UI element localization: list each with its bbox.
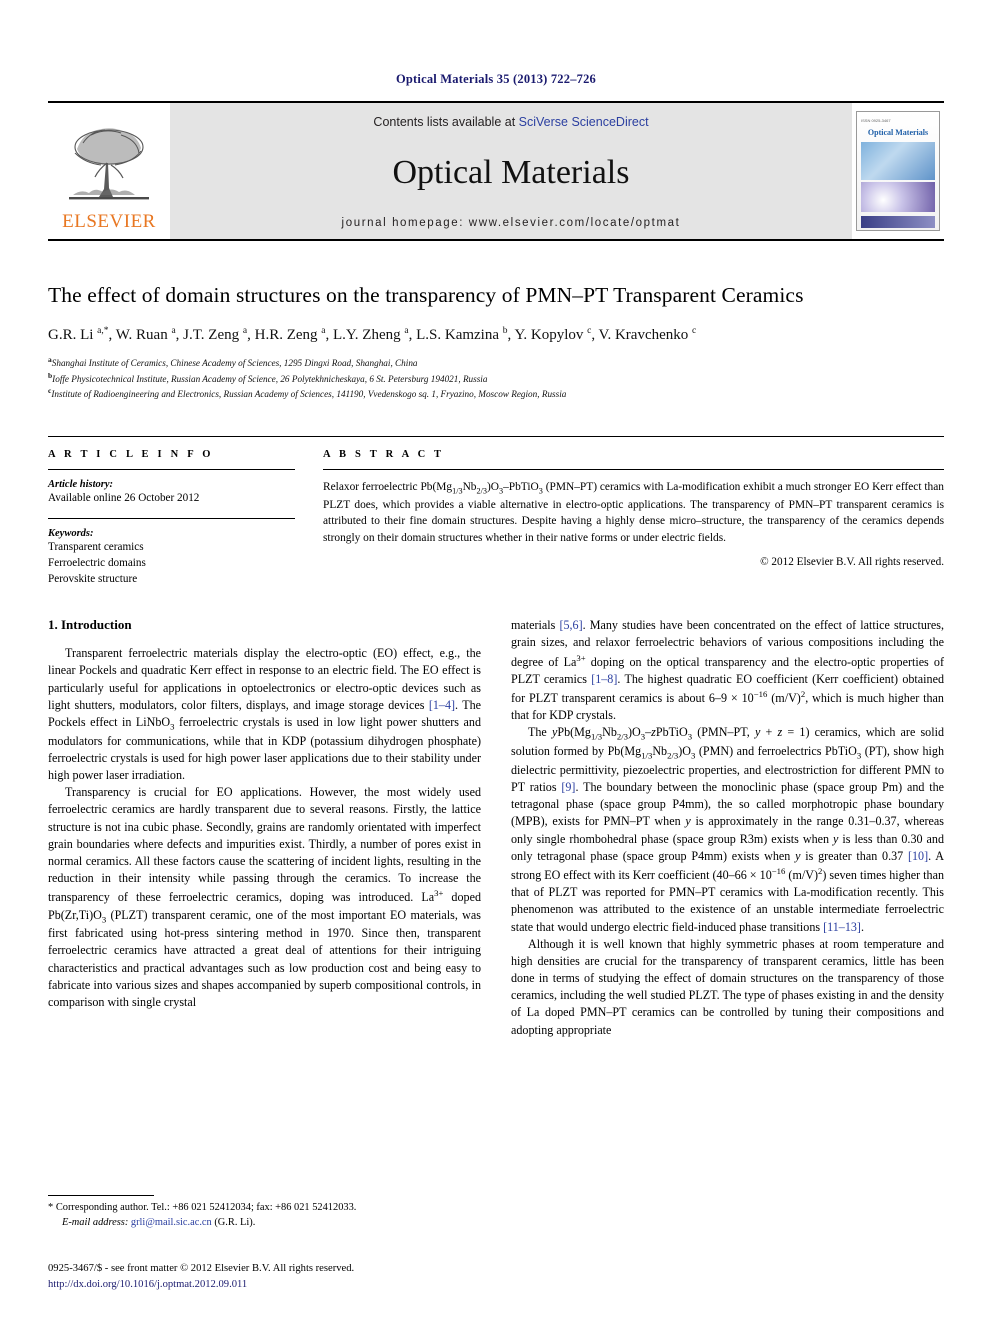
- divider: [48, 468, 295, 470]
- cover-title: Optical Materials: [867, 128, 929, 137]
- affiliation-text: Ioffe Physicotechnical Institute, Russia…: [52, 373, 488, 384]
- affiliation-text: Institute of Radioengineering and Electr…: [51, 389, 567, 400]
- paper-title: The effect of domain structures on the t…: [48, 283, 804, 307]
- affiliation-item: bIoffe Physicotechnical Institute, Russi…: [48, 371, 944, 386]
- info-abstract-region: A R T I C L E I N F O Article history: A…: [48, 435, 944, 588]
- divider: [48, 518, 295, 520]
- issn-copyright-line: 0925-3467/$ - see front matter © 2012 El…: [48, 1263, 355, 1275]
- journal-cover-thumbnail: ISSN 0925-3467 Optical Materials: [852, 103, 944, 239]
- abstract-column: A B S T R A C T Relaxor ferroelectric Pb…: [323, 449, 944, 588]
- cover-image: ISSN 0925-3467 Optical Materials: [856, 111, 940, 231]
- paragraph: materials [5,6]. Many studies have been …: [511, 618, 944, 723]
- page-footer: 0925-3467/$ - see front matter © 2012 El…: [48, 1261, 568, 1293]
- affiliation-list: aShanghai Institute of Ceramics, Chinese…: [48, 355, 944, 401]
- email-owner: (G.R. Li).: [214, 1217, 256, 1229]
- footnote-line-1: * Corresponding author. Tel.: +86 021 52…: [48, 1201, 478, 1216]
- divider: [323, 468, 944, 470]
- journal-masthead: ELSEVIER Contents lists available at Sci…: [48, 101, 944, 241]
- keyword-item: Transparent ceramics: [48, 541, 144, 554]
- elsevier-tree-icon: [69, 128, 149, 200]
- abstract-heading: A B S T R A C T: [323, 448, 445, 460]
- affiliation-item: aShanghai Institute of Ceramics, Chinese…: [48, 355, 944, 370]
- contents-available-line: Contents lists available at SciVerse Sci…: [373, 115, 648, 129]
- paragraph: Although it is well known that highly sy…: [511, 936, 944, 1037]
- journal-homepage-link[interactable]: journal homepage: www.elsevier.com/locat…: [342, 217, 681, 229]
- article-info-heading: A R T I C L E I N F O: [48, 448, 214, 460]
- author-list: G.R. Li a,*, W. Ruan a, J.T. Zeng a, H.R…: [48, 326, 697, 344]
- body-columns: 1. Introduction Transparent ferroelectri…: [48, 617, 944, 1038]
- affiliation-text: Shanghai Institute of Ceramics, Chinese …: [51, 358, 418, 369]
- abstract-body: Relaxor ferroelectric Pb(Mg1/3Nb2/3)O3–P…: [323, 480, 944, 544]
- footnote-divider: [48, 1195, 154, 1197]
- email-link[interactable]: grli@mail.sic.ac.cn: [131, 1217, 212, 1228]
- keyword-item: Ferroelectric domains: [48, 556, 146, 569]
- masthead-center: Contents lists available at SciVerse Sci…: [170, 103, 852, 239]
- running-head: Optical Materials 35 (2013) 722–726: [395, 72, 597, 86]
- footnote-star: *: [48, 1202, 54, 1214]
- elsevier-wordmark: ELSEVIER: [62, 211, 156, 232]
- article-history-value: Available online 26 October 2012: [48, 491, 200, 504]
- article-history-label: Article history:: [48, 478, 114, 490]
- sciencedirect-link[interactable]: SciVerse ScienceDirect: [519, 115, 649, 129]
- abstract-copyright: © 2012 Elsevier B.V. All rights reserved…: [760, 556, 944, 569]
- contents-prefix: Contents lists available at: [373, 115, 519, 129]
- paragraph: The yPb(Mg1/3Nb2/3)O3–zPbTiO3 (PMN–PT, y…: [511, 725, 945, 934]
- body-column-left: 1. Introduction Transparent ferroelectri…: [48, 617, 481, 1038]
- doi-link[interactable]: http://dx.doi.org/10.1016/j.optmat.2012.…: [48, 1277, 568, 1293]
- keyword-item: Perovskite structure: [48, 572, 138, 585]
- affiliation-item: cInstitute of Radioengineering and Elect…: [48, 386, 944, 401]
- body-column-right: materials [5,6]. Many studies have been …: [511, 617, 944, 1038]
- keywords-label: Keywords:: [48, 528, 94, 540]
- corresponding-author-footnote: * Corresponding author. Tel.: +86 021 52…: [48, 1195, 478, 1231]
- cover-band-upper: [861, 142, 935, 180]
- title-block: The effect of domain structures on the t…: [48, 281, 944, 402]
- cover-band-lower: [861, 182, 935, 212]
- journal-name: Optical Materials: [392, 154, 630, 191]
- cover-footer-bar: [861, 216, 935, 228]
- journal-article-page: Optical Materials 35 (2013) 722–726 ELSE…: [0, 0, 992, 1323]
- elsevier-logo: ELSEVIER: [48, 103, 170, 239]
- paragraph: Transparency is crucial for EO applicati…: [48, 785, 481, 1009]
- footnote-corresponding-text: Corresponding author. Tel.: +86 021 5241…: [55, 1202, 357, 1214]
- article-info-column: A R T I C L E I N F O Article history: A…: [48, 449, 295, 588]
- cover-kicker: ISSN 0925-3467: [861, 118, 891, 123]
- paragraph: Transparent ferroelectric materials disp…: [48, 646, 481, 783]
- email-address-label: E-mail address:: [62, 1217, 129, 1229]
- footnote-line-2: E-mail address: grli@mail.sic.ac.cn (G.R…: [48, 1216, 478, 1231]
- section-title-introduction: 1. Introduction: [48, 617, 132, 633]
